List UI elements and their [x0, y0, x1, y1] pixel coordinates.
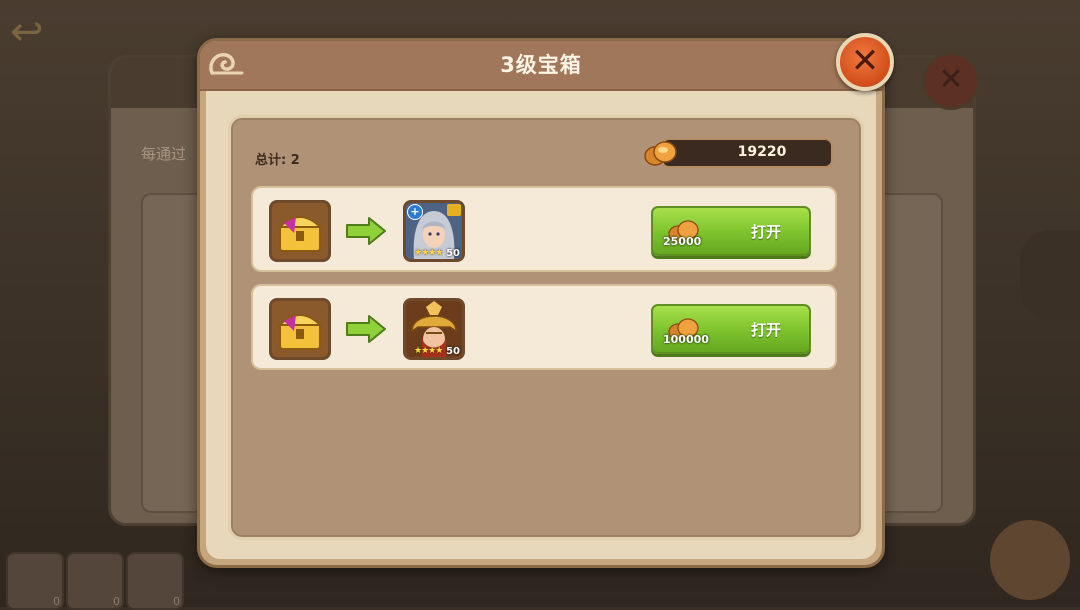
background-slot-count: 0 — [173, 595, 180, 608]
dialog-title: 3级宝箱 — [500, 53, 582, 77]
gold-balance: 19220 — [661, 138, 833, 168]
total-count-label: 总计: 2 — [255, 153, 300, 168]
hero-reward-icon[interactable]: ★★★★ 50 — [403, 298, 465, 360]
open-cost: 25000 — [663, 235, 702, 248]
open-chest-button[interactable]: 25000 打开 — [651, 206, 811, 256]
gold-balance-value: 19220 — [737, 144, 787, 160]
dialog-header: 3级宝箱 — [200, 41, 882, 91]
background-slot-count: 0 — [53, 595, 60, 608]
background-slot: 0 — [126, 552, 184, 610]
background-slot: 0 — [6, 552, 64, 610]
chest-row: + ★★★★ 50 25000 打开 — [251, 186, 837, 272]
background-slot-count: 0 — [113, 595, 120, 608]
hero-level: 50 — [446, 248, 460, 259]
open-cost: 100000 — [663, 333, 709, 346]
hero-stars: ★★★★ — [414, 346, 443, 356]
hero-reward-icon[interactable]: + ★★★★ 50 — [403, 200, 465, 262]
arrow-right-icon — [345, 314, 387, 344]
chest-icon — [269, 200, 331, 262]
background-decoration — [1020, 230, 1080, 320]
close-icon: ✕ — [850, 41, 880, 81]
arrow-right-icon — [345, 216, 387, 246]
background-close-icon: ✕ — [922, 52, 980, 110]
chest-list-frame: 总计: 2 19220 + ★★★★ 50 25000 打开 ★★★★ 50 1… — [228, 115, 864, 540]
gold-coins-icon — [641, 132, 681, 172]
dialog-body: 总计: 2 19220 + ★★★★ 50 25000 打开 ★★★★ 50 1… — [206, 91, 876, 559]
close-button[interactable]: ✕ — [836, 33, 894, 91]
open-button-label: 打开 — [750, 321, 781, 339]
plus-badge-icon: + — [407, 204, 423, 220]
open-button-label: 打开 — [750, 223, 781, 241]
chest-dialog: 3级宝箱 总计: 2 19220 + ★★★★ 50 25000 打开 ★★★★… — [197, 38, 885, 568]
back-arrow-icon: ↩ — [10, 9, 44, 55]
chest-icon — [269, 298, 331, 360]
hero-stars: ★★★★ — [414, 248, 443, 258]
hero-level: 50 — [446, 346, 460, 357]
background-slot: 0 — [66, 552, 124, 610]
rank-crown-icon — [447, 204, 461, 216]
open-chest-button[interactable]: 100000 打开 — [651, 304, 811, 354]
chest-row: ★★★★ 50 100000 打开 — [251, 284, 837, 370]
background-chest-icon — [990, 520, 1070, 600]
background-panel-text: 每通过 — [141, 145, 187, 163]
